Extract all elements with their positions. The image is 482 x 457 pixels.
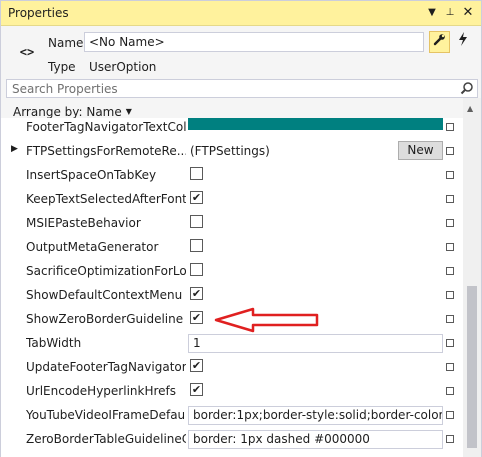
property-row[interactable]: MSIEPasteBehavior <box>1 211 463 235</box>
property-grid: FooterTagNavigatorTextColor ▶ FTPSetting… <box>1 118 463 457</box>
property-name: UpdateFooterTagNavigator <box>26 360 186 374</box>
property-row[interactable]: KeepTextSelectedAfterFont... ✔ <box>1 187 463 211</box>
property-marker[interactable] <box>446 219 454 227</box>
wrench-icon <box>433 34 445 46</box>
property-name: ShowDefaultContextMenu <box>26 288 183 302</box>
property-text-field[interactable]: border: 1px dashed #000000 <box>188 430 443 449</box>
property-text-field[interactable]: border:1px;border-style:solid;border-col… <box>188 406 443 425</box>
property-checkbox[interactable]: ✔ <box>190 311 203 324</box>
properties-wrench-icon[interactable] <box>429 31 450 53</box>
search-box[interactable] <box>6 79 478 98</box>
window-title: Properties <box>8 6 69 20</box>
property-marker[interactable] <box>446 411 454 419</box>
type-value: UserOption <box>89 60 157 74</box>
property-name: TabWidth <box>26 336 82 350</box>
close-icon[interactable]: ✕ <box>461 5 475 21</box>
property-name: MSIEPasteBehavior <box>26 216 141 230</box>
property-name: ShowZeroBorderGuideline <box>26 312 184 326</box>
property-name: FTPSettingsForRemoteRe... <box>26 144 186 158</box>
property-row[interactable]: UrlEncodeHyperlinkHrefs ✔ <box>1 379 463 403</box>
property-value: (FTPSettings) <box>190 144 270 158</box>
events-button[interactable] <box>452 31 473 53</box>
type-label: Type <box>48 60 76 74</box>
chevron-down-icon: ▼ <box>125 107 132 116</box>
property-checkbox[interactable] <box>190 239 203 252</box>
properties-window: Properties ▼ ⊥ ✕ <> Name <No Name> Type … <box>0 0 482 457</box>
vertical-scrollbar[interactable]: ▲ <box>463 98 481 457</box>
property-row[interactable]: FooterTagNavigatorTextColor <box>1 118 463 139</box>
property-row[interactable]: TabWidth 1 <box>1 331 463 355</box>
pin-icon[interactable]: ⊥ <box>443 5 457 21</box>
property-checkbox[interactable]: ✔ <box>190 287 203 300</box>
color-swatch[interactable] <box>188 118 443 130</box>
search-icon[interactable] <box>460 81 474 95</box>
lightning-icon <box>458 32 467 46</box>
property-marker[interactable] <box>446 171 454 179</box>
property-marker[interactable] <box>446 387 454 395</box>
property-marker[interactable] <box>446 315 454 323</box>
property-name: KeepTextSelectedAfterFont... <box>26 192 186 206</box>
property-checkbox[interactable]: ✔ <box>190 191 203 204</box>
property-name: OutputMetaGenerator <box>26 240 159 254</box>
property-checkbox[interactable]: ✔ <box>190 359 203 372</box>
property-row[interactable]: OutputMetaGenerator <box>1 235 463 259</box>
property-marker[interactable] <box>446 291 454 299</box>
arrange-by-label: Arrange by: Name <box>13 105 122 119</box>
scrollbar-thumb[interactable] <box>467 286 477 448</box>
property-checkbox[interactable]: ✔ <box>190 383 203 396</box>
arrange-by-menu[interactable]: Arrange by: Name ▼ <box>13 105 132 119</box>
property-name: InsertSpaceOnTabKey <box>26 168 157 182</box>
dropdown-icon[interactable]: ▼ <box>425 5 439 21</box>
property-row[interactable]: UpdateFooterTagNavigator ✔ <box>1 355 463 379</box>
scroll-up-icon[interactable]: ▲ <box>467 104 473 113</box>
property-marker[interactable] <box>446 195 454 203</box>
property-name: FooterTagNavigatorTextColor <box>26 120 186 134</box>
search-input[interactable] <box>7 80 447 97</box>
name-label: Name <box>48 36 84 50</box>
red-arrow-annotation <box>214 307 319 333</box>
property-checkbox[interactable] <box>190 263 203 276</box>
property-row[interactable]: InsertSpaceOnTabKey <box>1 163 463 187</box>
property-row[interactable]: YouTubeVideoIFrameDefaul... border:1px;b… <box>1 403 463 427</box>
property-marker[interactable] <box>446 147 454 155</box>
property-name: YouTubeVideoIFrameDefaul... <box>26 408 186 422</box>
property-name: UrlEncodeHyperlinkHrefs <box>26 384 177 398</box>
property-row[interactable]: ▶ FTPSettingsForRemoteRe... (FTPSettings… <box>1 139 463 163</box>
property-checkbox[interactable] <box>190 215 203 228</box>
property-row[interactable]: ShowDefaultContextMenu ✔ <box>1 283 463 307</box>
property-marker[interactable] <box>446 267 454 275</box>
property-row[interactable]: SacrificeOptimizationForLon... <box>1 259 463 283</box>
property-marker[interactable] <box>446 123 454 131</box>
name-field[interactable]: <No Name> <box>84 32 424 52</box>
object-header: <> Name <No Name> Type UserOption <box>1 27 481 79</box>
property-name: SacrificeOptimizationForLon... <box>26 264 186 278</box>
new-button[interactable]: New <box>398 141 443 160</box>
property-marker[interactable] <box>446 243 454 251</box>
property-marker[interactable] <box>446 339 454 347</box>
property-checkbox[interactable] <box>190 167 203 180</box>
property-name: ZeroBorderTableGuidelineC... <box>26 432 186 446</box>
element-icon: <> <box>19 45 35 59</box>
title-bar: Properties ▼ ⊥ ✕ <box>1 1 481 26</box>
property-row[interactable]: ZeroBorderTableGuidelineC... border: 1px… <box>1 427 463 451</box>
property-marker[interactable] <box>446 435 454 443</box>
expand-icon[interactable]: ▶ <box>11 144 18 154</box>
property-text-field[interactable]: 1 <box>188 334 443 353</box>
property-marker[interactable] <box>446 363 454 371</box>
